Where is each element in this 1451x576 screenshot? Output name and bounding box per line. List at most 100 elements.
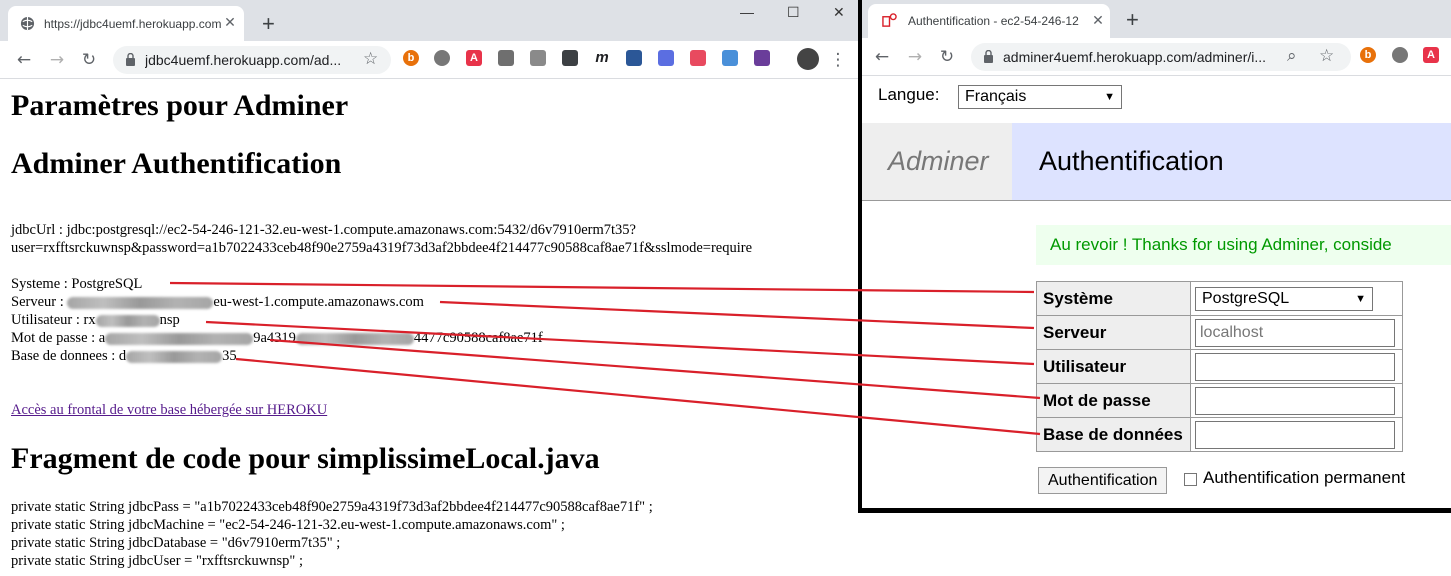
extension-picture-icon[interactable] — [626, 50, 642, 66]
extension-grey-circle-icon[interactable] — [1392, 47, 1408, 63]
system-select[interactable]: PostgreSQL ▼ — [1195, 286, 1373, 311]
zoom-icon[interactable]: ⌕ — [1287, 46, 1297, 66]
jdbc-url-line-1: jdbcUrl : jdbc:postgresql://ec2-54-246-1… — [11, 222, 636, 238]
url-text: jdbc4uemf.herokuapp.com/ad... — [145, 52, 342, 68]
new-tab-button[interactable]: + — [1126, 9, 1139, 31]
utilisateur-suffix: nsp — [159, 312, 180, 328]
authentification-button[interactable]: Authentification — [1038, 467, 1168, 494]
bookmark-star-icon[interactable]: ☆ — [1319, 46, 1334, 66]
tab-jdbc4uemf[interactable]: https://jdbc4uemf.herokuapp.com ✕ — [8, 6, 244, 41]
utilisateur-line: Utilisateur : rx nsp — [11, 311, 180, 329]
base-suffix: 35 — [222, 348, 237, 364]
url-text: adminer4uemf.herokuapp.com/adminer/i... — [1003, 49, 1267, 65]
field-label-serveur: Serveur — [1036, 315, 1191, 350]
extension-purple-icon[interactable] — [754, 50, 770, 66]
field-label-base: Base de données — [1036, 417, 1191, 452]
address-bar[interactable]: jdbc4uemf.herokuapp.com/ad... ☆ — [113, 46, 391, 74]
extension-b-icon[interactable]: b — [1360, 47, 1376, 63]
minimize-button[interactable]: — — [740, 4, 754, 20]
heroku-link-row: Accès au frontal de votre base hébergée … — [11, 401, 327, 419]
forward-arrow-icon[interactable]: → — [903, 45, 927, 69]
left-browser-window: https://jdbc4uemf.herokuapp.com ✕ + — ☐ … — [0, 0, 858, 576]
motdepasse-suffix: 4477c90588caf8ae71f — [413, 330, 543, 346]
base-prefix: d — [118, 348, 127, 364]
back-arrow-icon[interactable]: ← — [12, 48, 36, 72]
server-input[interactable]: localhost — [1195, 318, 1395, 347]
tab-adminer[interactable]: Authentification - ec2-54-246-12 ✕ — [868, 4, 1110, 38]
username-input[interactable] — [1195, 352, 1395, 381]
permanent-login-checkbox[interactable] — [1184, 473, 1197, 486]
tab-title: Authentification - ec2-54-246-12 — [908, 14, 1079, 28]
form-row-systeme: Système PostgreSQL ▼ — [1036, 281, 1403, 316]
page-title: Authentification — [1039, 146, 1224, 176]
field-label-systeme: Système — [1036, 281, 1191, 316]
extension-rainbow-icon[interactable] — [690, 50, 706, 66]
utilisateur-label: Utilisateur : — [11, 312, 84, 328]
new-tab-button[interactable]: + — [262, 13, 275, 35]
bookmark-star-icon[interactable]: ☆ — [363, 49, 378, 69]
extension-b-icon[interactable]: b — [403, 50, 419, 66]
goodbye-message: Au revoir ! Thanks for using Adminer, co… — [1036, 225, 1451, 265]
lock-icon — [984, 50, 993, 63]
serveur-line: Serveur : eu-west-1.compute.amazonaws.co… — [11, 293, 424, 311]
extension-a-icon[interactable]: A — [1423, 47, 1439, 63]
dropdown-arrow-icon: ▼ — [1104, 91, 1115, 103]
profile-avatar[interactable] — [797, 48, 819, 70]
field-cell: PostgreSQL ▼ — [1190, 281, 1403, 316]
window-close-button[interactable]: ✕ — [833, 4, 845, 21]
field-cell — [1190, 349, 1403, 384]
heading-parametres: Paramètres pour Adminer — [11, 89, 349, 122]
language-label: Langue: — [878, 85, 940, 104]
field-cell — [1190, 383, 1403, 418]
right-browser-window: Authentification - ec2-54-246-12 ✕ + ← →… — [858, 0, 1451, 513]
header-divider — [862, 200, 1451, 201]
serveur-label: Serveur : — [11, 294, 68, 310]
extension-leaf-icon[interactable] — [530, 50, 546, 66]
form-row-base: Base de données — [1036, 417, 1403, 452]
redacted-scribble — [105, 332, 254, 345]
code-line: private static String jdbcDatabase = "d6… — [11, 535, 341, 551]
adminer-favicon-icon — [882, 13, 897, 27]
form-row-utilisateur: Utilisateur — [1036, 349, 1403, 384]
extension-grey-circle-icon[interactable] — [434, 50, 450, 66]
extension-window-icon[interactable] — [722, 50, 738, 66]
extension-pocket-icon[interactable] — [498, 50, 514, 66]
lock-icon — [126, 53, 135, 66]
password-input[interactable] — [1195, 386, 1395, 415]
reload-icon[interactable]: ↻ — [77, 48, 101, 72]
maximize-button[interactable]: ☐ — [787, 4, 800, 21]
heading-adminer-authentification: Adminer Authentification — [11, 147, 342, 180]
extension-a-icon[interactable]: A — [466, 50, 482, 66]
dropdown-arrow-icon: ▼ — [1355, 292, 1366, 305]
tab-close-icon[interactable]: ✕ — [222, 14, 238, 30]
extension-m-icon[interactable]: m — [594, 50, 610, 66]
menu-dots-icon[interactable]: ⋮ — [826, 48, 850, 72]
extension-blue-check-icon[interactable] — [658, 50, 674, 66]
base-line: Base de donnees : d 35 — [11, 347, 237, 365]
utilisateur-prefix: rx — [83, 312, 96, 328]
jdbc-url-line-2: user=rxfftsrckuwnsp&password=a1b7022433c… — [11, 240, 753, 256]
globe-icon — [20, 16, 35, 31]
login-form-table: Système PostgreSQL ▼ Serveur localhost U… — [1036, 281, 1403, 452]
heroku-frontend-link[interactable]: Accès au frontal de votre base hébergée … — [11, 402, 327, 418]
reload-icon[interactable]: ↻ — [935, 45, 959, 69]
tab-close-icon[interactable]: ✕ — [1090, 12, 1106, 28]
forward-arrow-icon[interactable]: → — [45, 48, 69, 72]
adminer-logo[interactable]: Adminer — [888, 146, 989, 177]
heading-fragment-code: Fragment de code pour simplissimeLocal.j… — [11, 442, 600, 475]
motdepasse-mid: 9a4319 — [253, 330, 296, 346]
serveur-visible: eu-west-1.compute.amazonaws.com — [213, 294, 424, 310]
permanent-login-label: Authentification permanent — [1203, 468, 1406, 487]
redacted-scribble — [295, 332, 414, 345]
motdepasse-label: Mot de passe : — [11, 330, 99, 346]
extension-check-icon[interactable] — [562, 50, 578, 66]
back-arrow-icon[interactable]: ← — [870, 45, 894, 69]
tab-strip: https://jdbc4uemf.herokuapp.com ✕ + — ☐ … — [0, 0, 858, 41]
redacted-scribble — [126, 350, 223, 363]
form-row-motdepasse: Mot de passe — [1036, 383, 1403, 418]
language-select[interactable]: Français ▼ — [958, 85, 1122, 109]
database-input[interactable] — [1195, 420, 1395, 449]
address-bar[interactable]: adminer4uemf.herokuapp.com/adminer/i... … — [971, 43, 1351, 71]
systeme-line: Systeme : PostgreSQL — [11, 276, 143, 292]
redacted-scribble — [95, 314, 160, 327]
